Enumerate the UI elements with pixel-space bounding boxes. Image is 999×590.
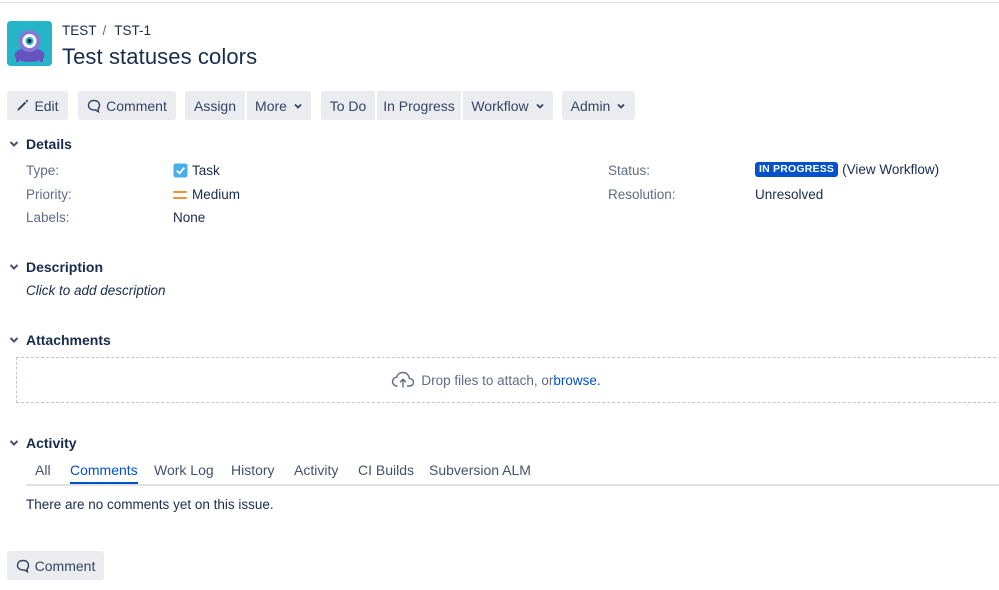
attachment-dropzone[interactable]: Drop files to attach, or browse. bbox=[16, 357, 999, 403]
chevron-down-icon bbox=[617, 103, 625, 109]
resolution-value: Unresolved bbox=[755, 187, 824, 202]
details-heading: Details bbox=[26, 136, 72, 152]
tab-all[interactable]: All bbox=[35, 462, 51, 484]
description-placeholder[interactable]: Click to add description bbox=[26, 283, 166, 298]
todo-button-label: To Do bbox=[329, 97, 367, 114]
edit-button-label: Edit bbox=[34, 97, 59, 114]
activity-section-toggle[interactable]: Activity bbox=[7, 435, 77, 451]
chevron-down-icon bbox=[294, 103, 302, 109]
task-checkbox-icon bbox=[173, 163, 188, 178]
assign-button[interactable]: Assign bbox=[185, 91, 245, 120]
breadcrumb-project[interactable]: TEST bbox=[62, 23, 97, 38]
more-button-label: More bbox=[255, 97, 287, 114]
comment-icon bbox=[87, 99, 101, 113]
cloud-upload-icon bbox=[392, 371, 415, 388]
drop-files-text: Drop files to attach, or bbox=[421, 372, 554, 388]
todo-transition-button[interactable]: To Do bbox=[321, 91, 375, 120]
labels-value[interactable]: None bbox=[173, 210, 205, 225]
tab-subversion-alm[interactable]: Subversion ALM bbox=[429, 462, 531, 484]
chevron-down-icon bbox=[7, 436, 21, 450]
comment-button[interactable]: Comment bbox=[78, 91, 176, 120]
admin-button[interactable]: Admin bbox=[562, 91, 635, 120]
breadcrumb-issue-key[interactable]: TST-1 bbox=[114, 23, 151, 38]
chevron-down-icon bbox=[7, 333, 21, 347]
admin-button-label: Admin bbox=[570, 97, 611, 114]
type-label: Type: bbox=[26, 163, 60, 178]
tab-ci-builds[interactable]: CI Builds bbox=[358, 462, 414, 484]
tab-history[interactable]: History bbox=[231, 462, 275, 484]
assign-button-label: Assign bbox=[193, 97, 237, 114]
tab-activity[interactable]: Activity bbox=[294, 462, 338, 484]
view-workflow-link[interactable]: (View Workflow) bbox=[842, 162, 939, 177]
status-label: Status: bbox=[608, 163, 651, 178]
priority-value-text: Medium bbox=[192, 187, 241, 202]
workflow-button-label: Workflow bbox=[471, 97, 529, 114]
project-avatar-icon[interactable] bbox=[7, 21, 52, 66]
chevron-down-icon bbox=[536, 103, 544, 109]
top-divider bbox=[0, 2, 999, 3]
type-value-text: Task bbox=[192, 163, 220, 178]
description-heading: Description bbox=[26, 259, 104, 275]
comment-icon bbox=[16, 559, 29, 573]
breadcrumb-separator: / bbox=[102, 23, 107, 38]
status-badge: IN PROGRESS bbox=[755, 162, 839, 177]
activity-heading: Activity bbox=[26, 435, 77, 451]
breadcrumb: TEST / TST-1 bbox=[62, 23, 151, 38]
priority-value: Medium bbox=[173, 187, 240, 202]
edit-button[interactable]: Edit bbox=[7, 91, 68, 120]
in-progress-transition-button[interactable]: In Progress bbox=[377, 91, 461, 120]
labels-label: Labels: bbox=[26, 210, 70, 225]
add-comment-button[interactable]: Comment bbox=[7, 551, 104, 580]
in-progress-button-label: In Progress bbox=[383, 97, 455, 114]
chevron-down-icon bbox=[7, 137, 21, 151]
pencil-icon bbox=[17, 99, 29, 111]
attachments-section-toggle[interactable]: Attachments bbox=[7, 332, 111, 348]
no-comments-message: There are no comments yet on this issue. bbox=[26, 497, 274, 512]
browse-link[interactable]: browse. bbox=[553, 373, 600, 388]
comment-button-label: Comment bbox=[106, 97, 167, 114]
type-value: Task bbox=[173, 163, 220, 178]
chevron-down-icon bbox=[7, 260, 21, 274]
add-comment-button-label: Comment bbox=[34, 557, 96, 574]
attachments-heading: Attachments bbox=[26, 332, 111, 348]
priority-medium-icon bbox=[173, 190, 187, 199]
priority-label: Priority: bbox=[26, 187, 72, 202]
details-section-toggle[interactable]: Details bbox=[7, 136, 72, 152]
activity-tabs: All Comments Work Log History Activity C… bbox=[26, 462, 999, 486]
status-value: IN PROGRESS (View Workflow) bbox=[755, 162, 939, 177]
description-section-toggle[interactable]: Description bbox=[7, 259, 103, 275]
tab-work-log[interactable]: Work Log bbox=[154, 462, 214, 484]
issue-title[interactable]: Test statuses colors bbox=[62, 44, 257, 70]
tab-comments[interactable]: Comments bbox=[70, 462, 138, 484]
more-button[interactable]: More bbox=[247, 91, 311, 120]
workflow-button[interactable]: Workflow bbox=[463, 91, 553, 120]
resolution-label: Resolution: bbox=[608, 187, 676, 202]
